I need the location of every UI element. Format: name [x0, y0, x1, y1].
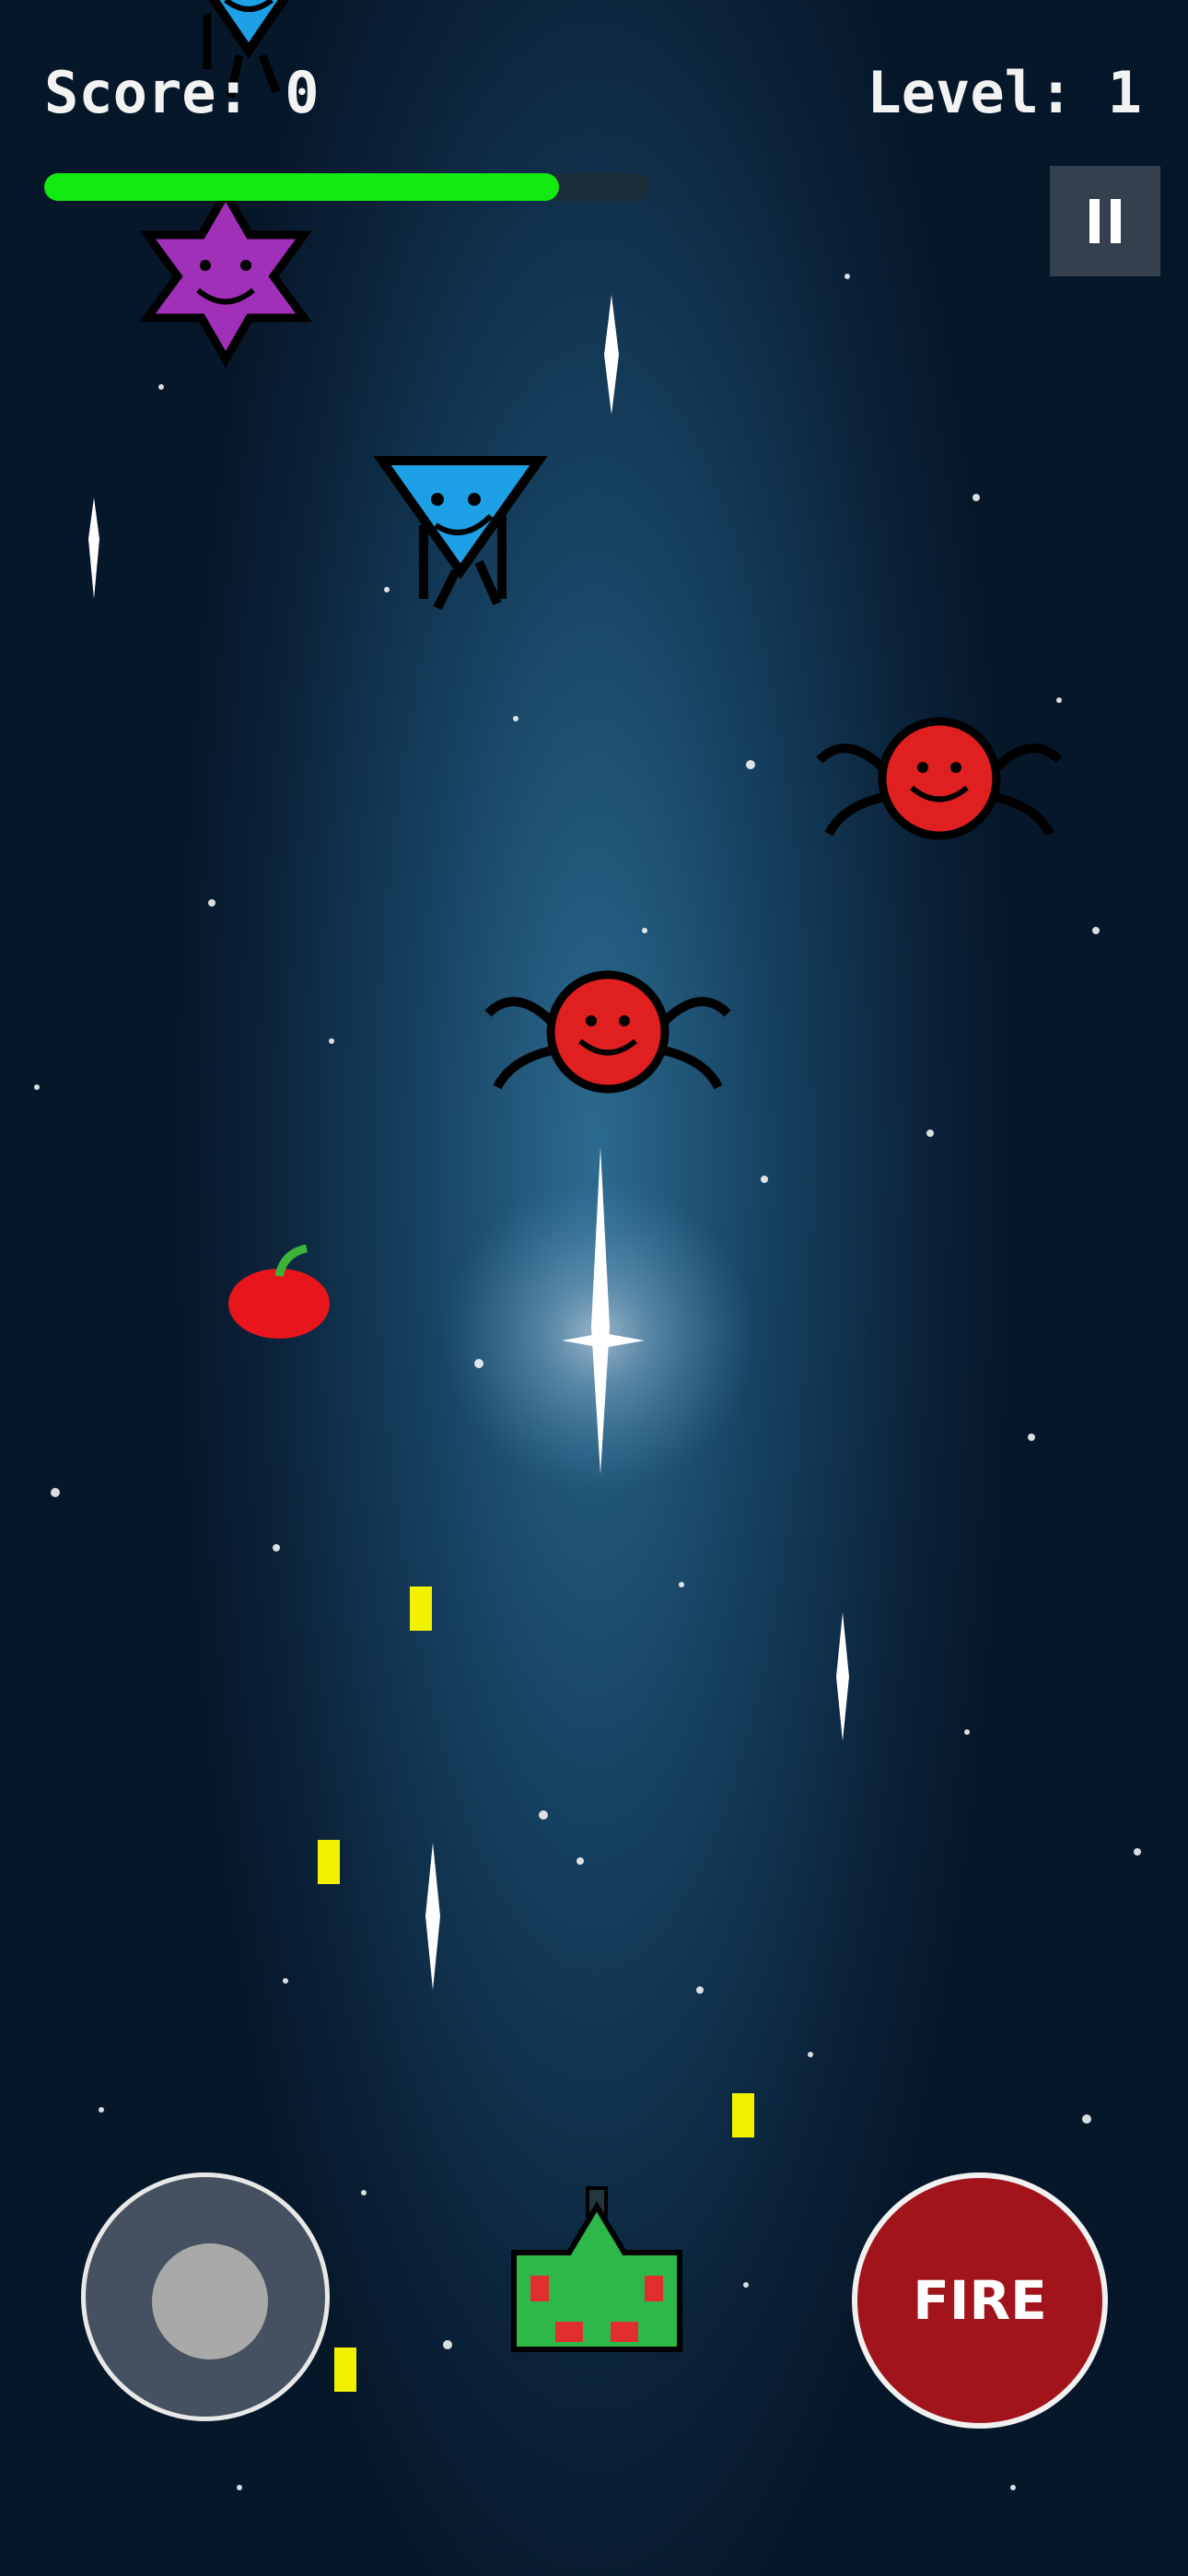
bullet: [334, 2348, 356, 2392]
pause-icon: [1089, 199, 1121, 243]
red-spider-enemy: [484, 970, 731, 1094]
blue-triangle-enemy: [373, 456, 548, 611]
health-bar-fill: [44, 173, 560, 201]
fire-button-label: FIRE: [913, 2269, 1047, 2332]
score-label: Score: 0: [44, 59, 320, 126]
bullet: [318, 1840, 340, 1884]
bullet: [410, 1587, 432, 1631]
green-spaceship: [511, 2186, 682, 2352]
red-cherry-powerup: [228, 1244, 330, 1339]
virtual-joystick[interactable]: [81, 2172, 330, 2421]
level-label: Level: 1: [867, 59, 1142, 126]
health-bar: [44, 173, 650, 201]
purple-star-enemy: [139, 185, 312, 368]
joystick-knob[interactable]: [152, 2243, 268, 2359]
pause-button[interactable]: [1050, 166, 1160, 276]
red-spider-enemy: [816, 717, 1063, 840]
bullet: [732, 2093, 754, 2137]
fire-button[interactable]: FIRE: [852, 2172, 1108, 2429]
